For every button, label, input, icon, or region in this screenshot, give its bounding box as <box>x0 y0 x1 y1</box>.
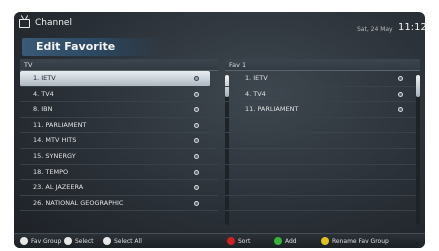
add-label: Add <box>285 237 297 245</box>
select-hint[interactable]: Select <box>64 237 94 245</box>
empty-row <box>225 180 420 196</box>
lock-icon <box>194 107 199 113</box>
nav-arrows-icon <box>20 237 28 245</box>
channel-name: 1. IETV <box>33 74 56 82</box>
page-title: Edit Favorite <box>36 40 116 53</box>
channel-row[interactable]: 1. IETV <box>20 71 210 87</box>
rename-hint[interactable]: Rename Fav Group <box>321 237 389 245</box>
red-button-icon <box>227 237 235 245</box>
select-label: Select <box>75 237 94 245</box>
date-label: Sat, 24 May <box>357 26 393 33</box>
tv-channel-pane: TV 1. IETV 4. TV4 8. IBN 11. PARLIAMENT … <box>20 59 229 227</box>
fav-channel-row[interactable]: 11. PARLIAMENT <box>225 102 420 118</box>
tv-screen: Channel Sat, 24 May 11:12 Edit Favorite … <box>14 12 425 248</box>
section-title: Channel <box>35 18 72 28</box>
lock-icon <box>398 76 403 81</box>
channel-row[interactable]: 26. NATIONAL GEOGRAPHIC <box>20 196 218 212</box>
channel-name: 14. MTV HITS <box>33 136 77 145</box>
fav-group-hint[interactable]: Fav Group <box>20 237 61 245</box>
lock-icon <box>194 122 199 128</box>
channel-row[interactable]: 8. IBN <box>20 102 218 118</box>
fav-channel-list: 1. IETV 4. TV4 11. PARLIAMENT <box>225 71 420 212</box>
channel-row[interactable]: 4. TV4 <box>20 87 218 103</box>
channel-name: 8. IBN <box>33 105 53 114</box>
fav-channel-row[interactable]: 1. IETV <box>225 71 420 87</box>
tv-icon <box>19 19 30 28</box>
bottom-hint-bar: Fav Group Select Select All Sort Add Ren… <box>14 233 425 248</box>
green-button-icon <box>274 237 282 245</box>
channel-name: 15. SYNERGY <box>33 151 76 160</box>
tv-channel-list: 1. IETV 4. TV4 8. IBN 11. PARLIAMENT 14.… <box>20 71 218 212</box>
select-all-icon <box>103 237 111 245</box>
channel-name: 11. PARLIAMENT <box>245 105 299 114</box>
lock-icon <box>194 169 199 175</box>
channel-name: 1. IETV <box>245 74 268 82</box>
channel-row[interactable]: 11. PARLIAMENT <box>20 118 218 134</box>
lock-icon <box>194 91 199 97</box>
title-bar: Edit Favorite <box>22 38 162 56</box>
channel-row[interactable]: 15. SYNERGY <box>20 149 218 165</box>
add-hint[interactable]: Add <box>274 237 297 245</box>
sort-label: Sort <box>238 237 251 245</box>
lock-icon <box>194 138 199 144</box>
ok-button-icon <box>64 237 72 245</box>
select-all-hint[interactable]: Select All <box>103 237 142 245</box>
lock-icon <box>194 153 199 159</box>
empty-row <box>225 165 420 181</box>
channel-name: 26. NATIONAL GEOGRAPHIC <box>33 198 124 207</box>
lock-icon <box>194 200 199 206</box>
yellow-button-icon <box>321 237 329 245</box>
lock-icon <box>194 76 199 81</box>
fav-channel-row[interactable]: 4. TV4 <box>225 87 420 103</box>
time-label: 11:12 <box>398 22 425 33</box>
channel-name: 23. AL JAZEERA <box>33 183 84 192</box>
channel-row[interactable]: 18. TEMPO <box>20 165 218 181</box>
empty-row <box>225 149 420 165</box>
lock-icon <box>194 185 199 191</box>
rename-label: Rename Fav Group <box>332 237 389 245</box>
sort-hint[interactable]: Sort <box>227 237 250 245</box>
scrollbar-thumb[interactable] <box>416 75 420 97</box>
fav-list-scrollbar[interactable] <box>416 75 420 225</box>
fav-pane-title: Fav 1 <box>225 59 420 71</box>
empty-row <box>225 133 420 149</box>
channel-row[interactable]: 23. AL JAZEERA <box>20 180 218 196</box>
channel-name: 4. TV4 <box>245 89 266 98</box>
select-all-label: Select All <box>114 237 142 245</box>
top-header: Channel Sat, 24 May 11:12 <box>14 12 425 38</box>
fav-group-label: Fav Group <box>31 237 62 245</box>
lock-icon <box>398 91 403 97</box>
lock-icon <box>398 107 403 113</box>
channel-name: 11. PARLIAMENT <box>33 120 87 129</box>
channel-name: 18. TEMPO <box>33 167 69 176</box>
empty-row <box>225 196 420 212</box>
tv-pane-title: TV <box>20 59 218 71</box>
fav-group-pane: Fav 1 1. IETV 4. TV4 11. PARLIAMENT <box>225 59 420 227</box>
channel-name: 4. TV4 <box>33 89 54 98</box>
channel-row[interactable]: 14. MTV HITS <box>20 133 218 149</box>
empty-row <box>225 118 420 134</box>
